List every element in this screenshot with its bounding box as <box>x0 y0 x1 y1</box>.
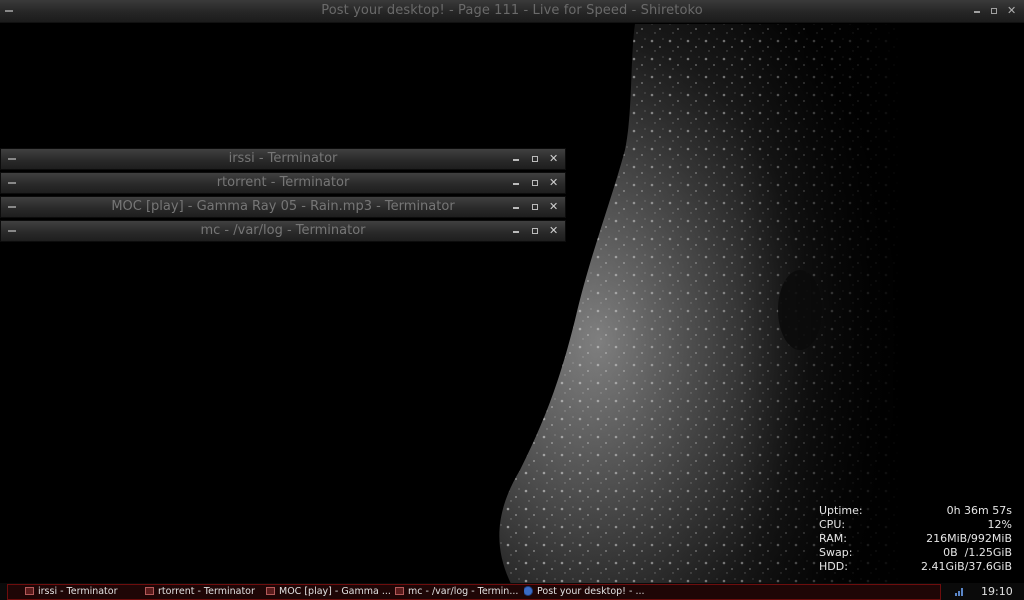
taskbar: irssi - Terminator rtorrent - Terminator… <box>0 583 1024 600</box>
close-icon[interactable]: ✕ <box>549 223 558 239</box>
minimize-icon[interactable] <box>513 183 519 185</box>
browser-window-title: Post your desktop! - Page 111 - Live for… <box>321 3 703 18</box>
task-label: MOC [play] - Gamma ... <box>279 586 391 597</box>
terminal-window-irssi[interactable]: irssi - Terminator ✕ <box>0 148 566 170</box>
task-irssi[interactable]: irssi - Terminator <box>25 585 137 599</box>
terminal-title: irssi - Terminator <box>228 151 338 166</box>
close-icon[interactable]: ✕ <box>549 151 558 167</box>
cpu-label: CPU: <box>819 518 846 531</box>
task-label: irssi - Terminator <box>38 586 118 597</box>
terminal-icon <box>395 587 404 595</box>
terminal-icon <box>145 587 154 595</box>
terminal-title: mc - /var/log - Terminator <box>200 223 366 238</box>
swap-value: 0B /1.25GiB <box>943 546 1012 559</box>
task-list: irssi - Terminator rtorrent - Terminator… <box>7 584 941 600</box>
close-icon[interactable]: ✕ <box>1007 3 1016 19</box>
terminal-title: rtorrent - Terminator <box>216 175 350 190</box>
terminal-title: MOC [play] - Gamma Ray 05 - Rain.mp3 - T… <box>111 199 455 214</box>
minimize-icon[interactable] <box>974 11 980 13</box>
close-icon[interactable]: ✕ <box>549 175 558 191</box>
task-moc[interactable]: MOC [play] - Gamma ... <box>266 585 394 599</box>
ram-value: 216MiB/992MiB <box>926 532 1012 545</box>
network-signal-icon[interactable] <box>955 586 965 596</box>
conky-system-monitor: Uptime: 0h 36m 57s CPU: 12% RAM: 216MiB/… <box>819 504 1012 574</box>
uptime-label: Uptime: <box>819 504 863 517</box>
browser-titlebar[interactable]: Post your desktop! - Page 111 - Live for… <box>0 0 1024 23</box>
maximize-icon[interactable] <box>532 156 538 162</box>
conky-ram-row: RAM: 216MiB/992MiB <box>819 532 1012 546</box>
maximize-icon[interactable] <box>532 180 538 186</box>
hdd-value: 2.41GiB/37.6GiB <box>921 560 1012 573</box>
maximize-icon[interactable] <box>532 204 538 210</box>
minimize-icon[interactable] <box>513 231 519 233</box>
terminal-icon <box>266 587 275 595</box>
cpu-value: 12% <box>987 518 1012 531</box>
terminal-window-moc[interactable]: MOC [play] - Gamma Ray 05 - Rain.mp3 - T… <box>0 196 566 218</box>
ram-label: RAM: <box>819 532 847 545</box>
task-label: rtorrent - Terminator <box>158 586 255 597</box>
task-browser[interactable]: Post your desktop! - ... <box>524 585 654 599</box>
maximize-icon[interactable] <box>532 228 538 234</box>
conky-uptime-row: Uptime: 0h 36m 57s <box>819 504 1012 518</box>
close-icon[interactable]: ✕ <box>549 199 558 215</box>
browser-icon <box>524 587 532 595</box>
task-mc[interactable]: mc - /var/log - Termin... <box>395 585 523 599</box>
minimize-icon[interactable] <box>513 159 519 161</box>
conky-swap-row: Swap: 0B /1.25GiB <box>819 546 1012 560</box>
task-label: Post your desktop! - ... <box>537 586 645 597</box>
task-label: mc - /var/log - Termin... <box>408 586 519 597</box>
clock[interactable]: 19:10 <box>981 585 1013 598</box>
task-rtorrent[interactable]: rtorrent - Terminator <box>145 585 263 599</box>
minimize-icon[interactable] <box>513 207 519 209</box>
terminal-window-mc[interactable]: mc - /var/log - Terminator ✕ <box>0 220 566 242</box>
swap-label: Swap: <box>819 546 853 559</box>
uptime-value: 0h 36m 57s <box>946 504 1012 517</box>
terminal-icon <box>25 587 34 595</box>
maximize-icon[interactable] <box>991 8 997 14</box>
terminal-window-rtorrent[interactable]: rtorrent - Terminator ✕ <box>0 172 566 194</box>
hdd-label: HDD: <box>819 560 848 573</box>
conky-hdd-row: HDD: 2.41GiB/37.6GiB <box>819 560 1012 574</box>
conky-cpu-row: CPU: 12% <box>819 518 1012 532</box>
